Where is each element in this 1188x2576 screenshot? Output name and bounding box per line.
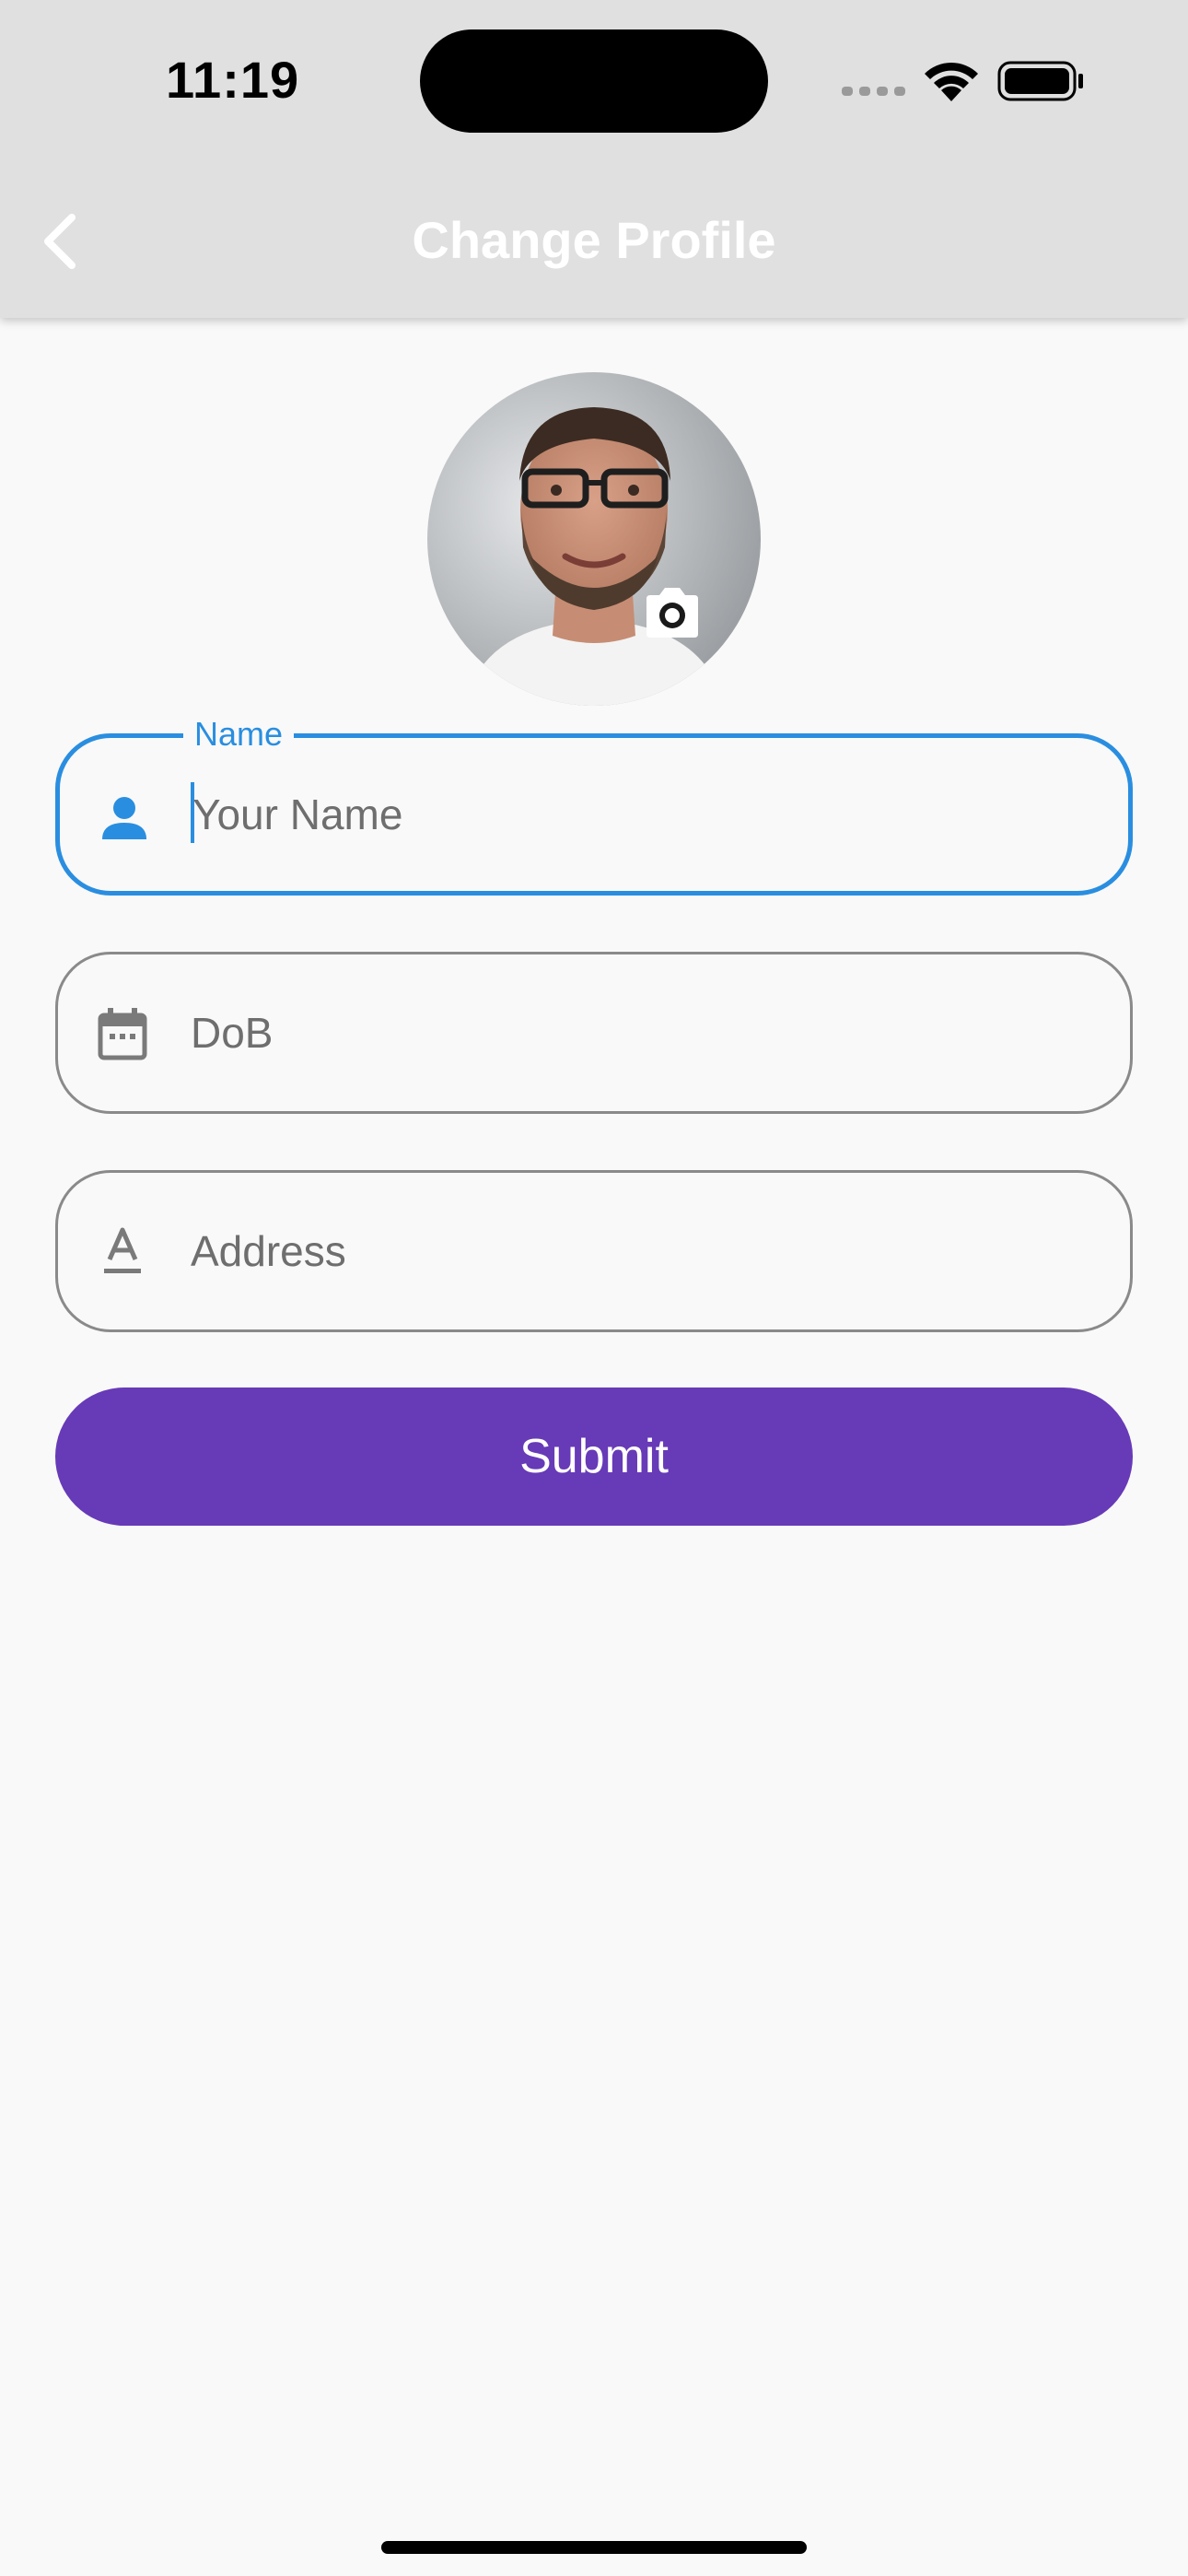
camera-icon[interactable] xyxy=(641,584,704,643)
wifi-icon xyxy=(925,62,978,101)
dob-field[interactable]: DoB xyxy=(55,952,1133,1114)
person-icon xyxy=(102,797,146,839)
dynamic-island xyxy=(420,29,768,133)
page-title: Change Profile xyxy=(412,211,776,269)
text-format-icon xyxy=(104,1227,141,1273)
address-input-placeholder: Address xyxy=(191,1227,346,1275)
cellular-signal-icon xyxy=(842,87,905,96)
avatar[interactable] xyxy=(427,372,761,706)
battery-icon xyxy=(997,61,1083,101)
address-field[interactable]: Address xyxy=(55,1170,1133,1332)
status-time: 11:19 xyxy=(166,51,300,109)
app-bar: 11:19 Change Profile xyxy=(0,0,1188,318)
home-indicator[interactable] xyxy=(381,2541,807,2554)
person-photo-icon xyxy=(427,372,761,706)
name-field[interactable]: Name Your Name xyxy=(55,714,1133,896)
calendar-icon xyxy=(98,1008,147,1060)
name-input-placeholder: Your Name xyxy=(192,790,403,838)
dob-input-placeholder: DoB xyxy=(191,1009,274,1057)
submit-button[interactable]: Submit xyxy=(55,1388,1133,1526)
